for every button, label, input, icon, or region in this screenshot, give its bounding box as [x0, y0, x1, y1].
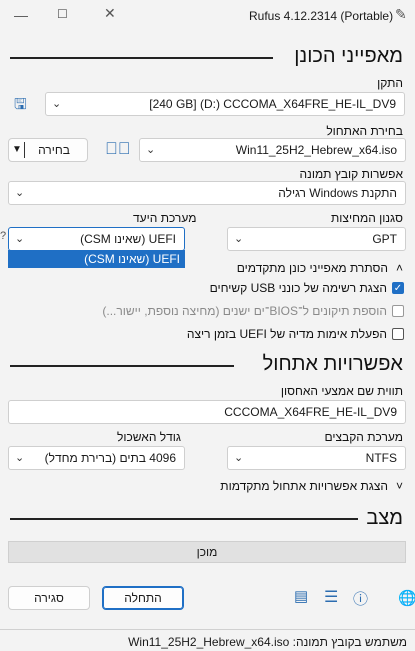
partition-scheme-dropdown[interactable]: ⌄ GPT [227, 227, 406, 251]
close-button-label: סגירה [34, 591, 64, 605]
close-app-button[interactable]: סגירה [8, 586, 90, 610]
rufus-logo-icon: ✎ [395, 6, 407, 22]
format-options-title: אפשרויות אתחול [262, 353, 403, 375]
hide-advanced-drive-toggle[interactable]: ˄הסתרת מאפייני כונן מתקדמים [237, 261, 403, 275]
boot-selection-label: בחירת האתחול [326, 124, 403, 138]
check-hash-icon[interactable]: ✓⃝ [105, 139, 131, 159]
device-dropdown[interactable]: ⌄ [240 GB] (D:) CCCOMA_X64FRE_HE-IL_DV9 [45, 92, 405, 116]
volume-label-input[interactable]: CCCOMA_X64FRE_HE-IL_DV9 [8, 400, 406, 424]
uefi-validation-checkbox[interactable] [392, 328, 404, 340]
drive-properties-title: מאפייני הכונן [294, 45, 403, 67]
about-info-icon[interactable]: ⓘ [353, 588, 368, 609]
section-divider [10, 57, 273, 59]
target-system-label: מערכת היעד [133, 211, 197, 225]
chevron-down-icon: ˅ [395, 479, 403, 493]
uefi-validation-label: הפעלת אימות מדיה של UEFI בזמן ריצה [186, 327, 387, 341]
chevron-down-icon: ⌄ [15, 452, 25, 464]
target-system-option-uefi[interactable]: UEFI (שאינו CSM) [84, 252, 180, 266]
show-advanced-format-toggle[interactable]: ˅הצגת אפשרויות אתחול מתקדמות [220, 479, 403, 493]
list-usb-label: הצגת רשימה של כונני USB קשיחים [209, 281, 387, 295]
language-globe-icon[interactable]: 🌐 [398, 589, 415, 607]
chevron-up-icon: ⌄ [15, 233, 25, 245]
image-option-label: אפשרות קובץ תמונה [299, 167, 403, 181]
split-chevron-icon[interactable]: ▼ [12, 139, 22, 161]
select-button[interactable]: ▼ בחירה [8, 138, 88, 162]
chevron-down-icon: ⌄ [234, 452, 244, 464]
list-usb-checkbox[interactable]: ✓ [392, 282, 404, 294]
bios-fixes-label: הוספת תיקונים ל־BIOS־ים ישנים (מחיצה נוס… [102, 304, 387, 318]
image-option-dropdown[interactable]: ⌄ התקנת Windows רגילה [8, 181, 406, 205]
statusbar-text: משתמש בקובץ תמונה: Win11_25H2_Hebrew_x64… [128, 635, 407, 649]
bios-fixes-checkbox[interactable] [392, 305, 404, 317]
chevron-up-icon: ˄ [395, 261, 403, 275]
target-system-dropdown[interactable]: ⌄ UEFI (שאינו CSM) [8, 227, 185, 251]
maximize-button[interactable]: ☐ [57, 7, 68, 21]
file-system-label: מערכת הקבצים [324, 430, 403, 444]
target-system-options-list: UEFI (שאינו CSM) [8, 250, 185, 268]
log-icon[interactable]: ▤ [294, 587, 308, 605]
device-label: התקן [377, 76, 403, 90]
start-button[interactable]: התחלה [102, 586, 184, 610]
partition-scheme-label: סגנון המחיצות [331, 211, 403, 225]
start-button-label: התחלה [124, 591, 162, 605]
chevron-down-icon: ⌄ [146, 144, 156, 156]
chevron-down-icon: ⌄ [15, 187, 25, 199]
window-title: Rufus 4.12.2314 (Portable) [249, 9, 394, 23]
cluster-size-dropdown[interactable]: ⌄ 4096 בתים (ברירת מחדל) [8, 446, 185, 470]
chevron-down-icon: ⌄ [52, 98, 62, 110]
volume-label-label: תווית שם אמצעי האחסון [280, 384, 403, 398]
file-system-dropdown[interactable]: ⌄ NTFS [227, 446, 406, 470]
cluster-size-label: גודל האשכול [117, 430, 181, 444]
progress-bar: מוכן [8, 541, 406, 563]
settings-sliders-icon[interactable]: ☰ [324, 587, 338, 607]
help-icon[interactable]: ? [0, 230, 6, 242]
boot-selection-dropdown[interactable]: ⌄ Win11_25H2_Hebrew_x64.iso [139, 138, 406, 162]
title-bar: — ☐ ✕ Rufus 4.12.2314 (Portable) ✎ [0, 0, 415, 32]
close-button[interactable]: ✕ [104, 5, 116, 22]
minimize-button[interactable]: — [14, 7, 28, 23]
section-divider [10, 518, 358, 520]
split-divider [24, 142, 25, 158]
progress-text: מוכן [196, 545, 218, 559]
select-button-label: בחירה [38, 143, 70, 157]
status-title: מצב [366, 507, 403, 529]
section-divider [10, 365, 234, 367]
statusbar-divider [0, 629, 415, 630]
chevron-down-icon: ⌄ [234, 233, 244, 245]
save-icon[interactable]: 🖫 [14, 94, 27, 119]
